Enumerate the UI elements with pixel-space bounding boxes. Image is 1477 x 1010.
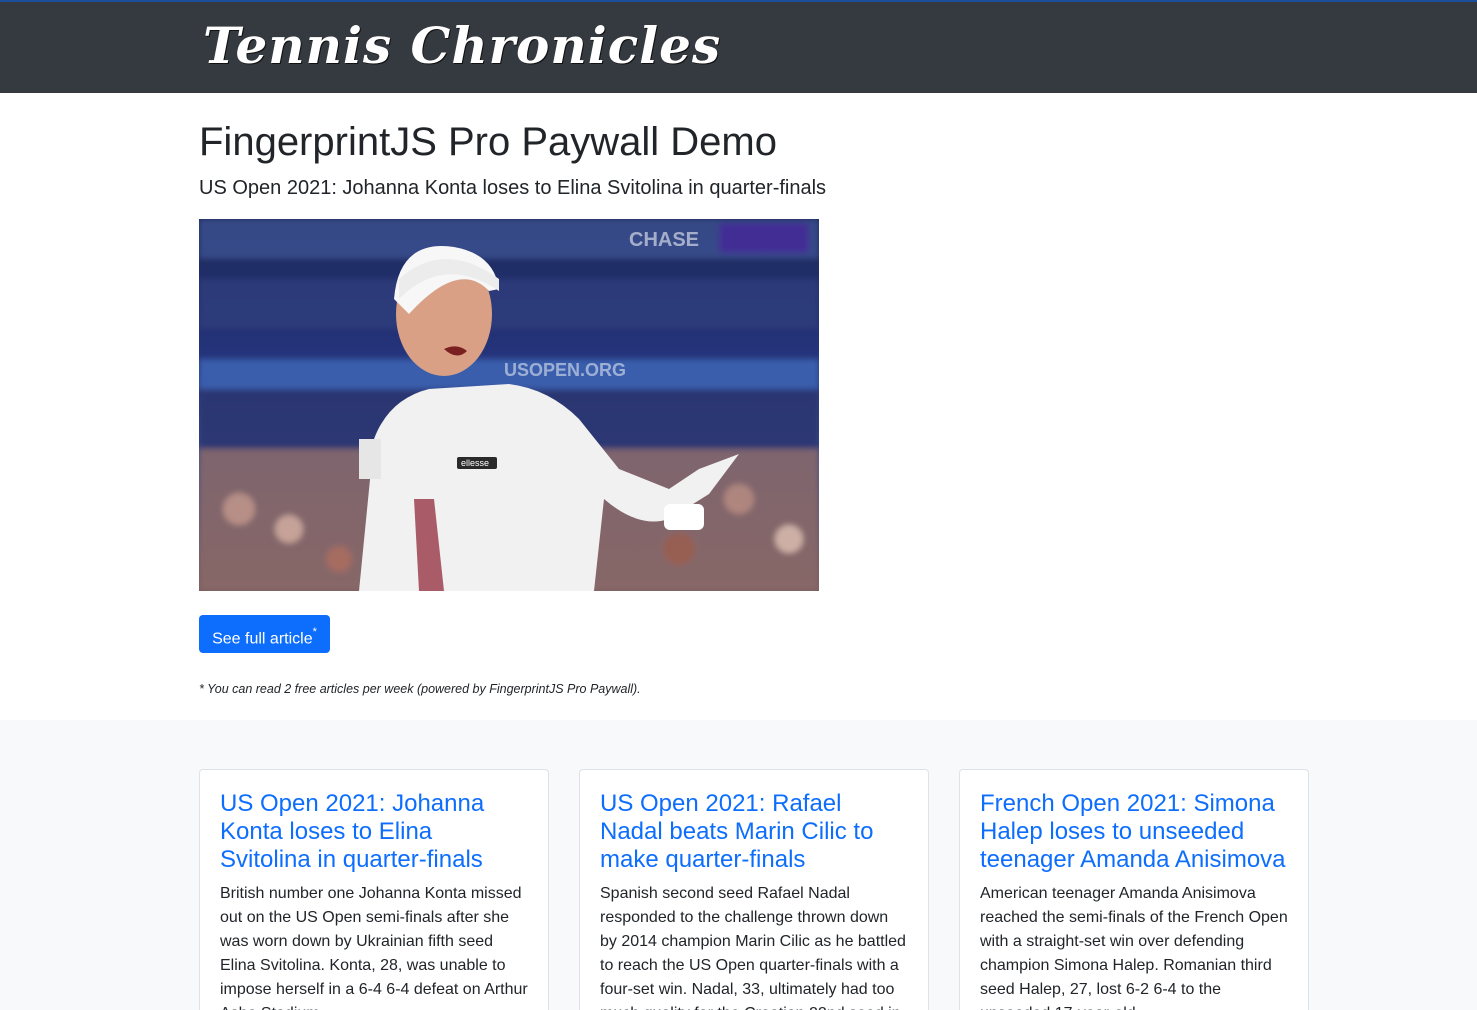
article-card[interactable]: US Open 2021: Rafael Nadal beats Marin C…: [579, 769, 929, 1010]
image-banner-usopen: USOPEN.ORG: [504, 360, 626, 380]
article-card[interactable]: French Open 2021: Simona Halep loses to …: [959, 769, 1309, 1010]
image-brand-text: ellesse: [461, 458, 489, 468]
article-card-title[interactable]: US Open 2021: Rafael Nadal beats Marin C…: [600, 790, 908, 874]
navbar: Tennis Chronicles: [0, 0, 1477, 93]
article-card[interactable]: US Open 2021: Johanna Konta loses to Eli…: [199, 769, 549, 1010]
site-logo[interactable]: Tennis Chronicles: [203, 14, 721, 78]
article-card-text: British number one Johanna Konta missed …: [220, 885, 528, 1010]
button-label: See full article: [212, 630, 313, 648]
see-full-article-button[interactable]: See full article*: [199, 615, 330, 653]
button-asterisk: *: [312, 626, 317, 638]
paywall-note: * You can read 2 free articles per week …: [199, 682, 641, 696]
article-card-text: Spanish second seed Rafael Nadal respond…: [600, 885, 906, 1010]
article-card-title[interactable]: US Open 2021: Johanna Konta loses to Eli…: [220, 790, 528, 874]
page-title: FingerprintJS Pro Paywall Demo: [199, 120, 777, 164]
article-card-text: American teenager Amanda Anisimova reach…: [980, 885, 1288, 1010]
related-articles: US Open 2021: Johanna Konta loses to Eli…: [0, 720, 1477, 1010]
article-hero-image: CHASE USOPEN.ORG ellesse: [199, 219, 819, 591]
article-card-title[interactable]: French Open 2021: Simona Halep loses to …: [980, 790, 1288, 874]
image-banner-chase: CHASE: [629, 229, 699, 251]
article-subtitle: US Open 2021: Johanna Konta loses to Eli…: [199, 177, 827, 199]
